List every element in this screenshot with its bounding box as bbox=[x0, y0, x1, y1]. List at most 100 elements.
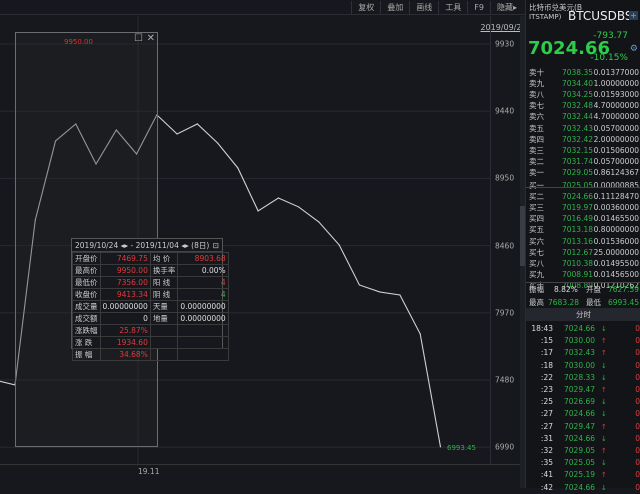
toolbar-button[interactable]: 复权 bbox=[351, 1, 380, 14]
toolbar-button[interactable]: 隐藏▸ bbox=[489, 1, 523, 14]
data-point bbox=[358, 284, 361, 286]
alert-icon[interactable]: ⚙ bbox=[630, 44, 638, 54]
tooltip-header: 2019/10/24 ◂▸ - 2019/11/04 ◂▸ (8日) bbox=[75, 241, 210, 250]
ask-row[interactable]: 卖二 7031.74 0.05700000 bbox=[526, 156, 640, 168]
trade-time: :15 bbox=[540, 336, 553, 346]
tooltip-value: 0.00000000 bbox=[99, 300, 151, 313]
trade-price: 7030.00 bbox=[564, 336, 596, 346]
trade-volume: 0 bbox=[635, 360, 640, 370]
level-volume: 4.70000000 bbox=[593, 112, 639, 122]
trade-price: 7025.19 bbox=[564, 470, 596, 480]
bid-row[interactable]: 买五 7013.18 0.80000000 bbox=[526, 224, 640, 236]
bid-row[interactable]: 买九 7008.91 0.01456500 bbox=[526, 269, 640, 281]
symbol: BTCUSDBS bbox=[568, 9, 633, 23]
tooltip-label: 收盘价 bbox=[72, 288, 101, 301]
level-price: 7024.66 bbox=[561, 192, 593, 202]
toolbar-button[interactable]: F9 bbox=[467, 1, 490, 14]
ask-row[interactable]: 卖七 7032.48 4.70000000 bbox=[526, 100, 640, 112]
level-label: 卖七 bbox=[529, 101, 544, 111]
bid-row[interactable]: 买八 7010.38 0.01495500 bbox=[526, 258, 640, 270]
tooltip-label: 均 价 bbox=[149, 252, 179, 265]
ask-row[interactable]: 卖三 7032.15 0.01506000 bbox=[526, 145, 640, 157]
level-label: 买四 bbox=[529, 214, 544, 224]
trade-row: :31 7024.66 ↓ 0 bbox=[526, 433, 640, 446]
ask-row[interactable]: 卖九 7034.40 1.00000000 bbox=[526, 78, 640, 90]
level-label: 买六 bbox=[529, 236, 544, 246]
ask-row[interactable]: 卖五 7032.43 0.05700000 bbox=[526, 123, 640, 135]
tooltip-value: 0.00000000 bbox=[177, 300, 229, 313]
data-point bbox=[257, 210, 259, 212]
tooltip-label bbox=[149, 336, 179, 349]
bid-row[interactable]: 买七 7012.67 25.0000000 bbox=[526, 247, 640, 259]
bid-row[interactable]: 买二 7024.66 0.11128470 bbox=[526, 191, 640, 203]
tooltip-value bbox=[177, 348, 229, 361]
level-volume: 4.70000000 bbox=[593, 101, 639, 111]
ticks-header[interactable]: 分时 bbox=[526, 308, 640, 321]
level-price: 7008.91 bbox=[561, 269, 593, 279]
tooltip-value: 25.87% bbox=[99, 324, 151, 337]
ask-row[interactable]: 卖十 7038.35 0.01377000 bbox=[526, 67, 640, 79]
level-volume: 0.01495500 bbox=[593, 258, 639, 268]
trade-volume: 0 bbox=[635, 446, 640, 455]
bid-row[interactable]: 买四 7016.49 0.01465500 bbox=[526, 213, 640, 225]
trade-volume: 0 bbox=[635, 470, 640, 480]
level-volume: 0.01506000 bbox=[593, 145, 639, 155]
level-volume: 2.00000000 bbox=[593, 134, 639, 144]
bid-row[interactable]: 买三 7019.97 0.00360000 bbox=[526, 202, 640, 214]
trade-time: :25 bbox=[540, 397, 553, 407]
toolbar: 复权 叠加 画线 工具 F9 隐藏▸ bbox=[0, 0, 525, 15]
level-price: 7032.43 bbox=[561, 123, 593, 133]
bid-row[interactable]: 买一 7025.05 0.00000885 bbox=[526, 180, 640, 192]
ask-row[interactable]: 卖一 7029.05 0.86124367 bbox=[526, 167, 640, 179]
trade-volume: 0 bbox=[635, 336, 640, 346]
arrow-down-icon: ↓ bbox=[601, 410, 607, 419]
ask-row[interactable]: 卖八 7034.25 0.01593000 bbox=[526, 89, 640, 101]
tooltip-row: 成交额 0 地量 0.00000000 bbox=[72, 312, 229, 325]
y-tick: 8460 bbox=[495, 241, 515, 251]
trade-volume: 0 bbox=[635, 458, 640, 468]
y-tick: 8950 bbox=[495, 173, 515, 183]
trade-row: :41 7025.19 ↑ 0 bbox=[526, 469, 640, 482]
arrow-down-icon: ↓ bbox=[601, 325, 607, 333]
tooltip-label: 成交量 bbox=[72, 300, 101, 313]
data-point bbox=[318, 221, 320, 223]
instrument-exchange: ITSTAMP) bbox=[529, 13, 562, 21]
settings-icon[interactable]: ⊡ bbox=[213, 239, 219, 252]
level-volume: 0.00360000 bbox=[593, 203, 639, 213]
tooltip-label: 涨 跌 bbox=[72, 336, 101, 349]
trade-price: 7024.66 bbox=[564, 324, 596, 333]
arrow-down-icon: ↓ bbox=[601, 459, 607, 468]
trade-time: :27 bbox=[540, 409, 553, 419]
level-price: 7013.16 bbox=[561, 236, 593, 246]
toolbar-button[interactable]: 画线 bbox=[409, 1, 438, 14]
arrow-down-icon: ↓ bbox=[601, 373, 607, 382]
trade-volume: 0 bbox=[635, 385, 640, 394]
arrow-up-icon: ↑ bbox=[601, 447, 607, 455]
ask-row[interactable]: 卖六 7032.44 4.70000000 bbox=[526, 111, 640, 123]
arrow-down-icon: ↓ bbox=[601, 434, 607, 443]
data-point bbox=[439, 446, 442, 448]
level-price: 7034.25 bbox=[561, 90, 593, 100]
tooltip-row: 涨 跌 1934.60 bbox=[72, 336, 229, 349]
trade-volume: 0 bbox=[635, 348, 640, 358]
trade-row: :32 7029.05 ↑ 0 bbox=[526, 445, 640, 458]
level-price: 7032.15 bbox=[561, 145, 593, 155]
level-label: 买九 bbox=[529, 269, 544, 279]
arrow-up-icon: ↑ bbox=[601, 422, 607, 431]
toolbar-button[interactable]: 工具 bbox=[438, 1, 467, 14]
maximize-icon[interactable]: ☐ bbox=[134, 33, 143, 44]
trade-price: 7029.05 bbox=[564, 446, 596, 455]
tooltip-row: 成交量 0.00000000 天量 0.00000000 bbox=[72, 300, 229, 313]
toolbar-button[interactable]: 叠加 bbox=[380, 1, 409, 14]
tooltip-label: 振 幅 bbox=[72, 348, 101, 361]
ask-row[interactable]: 卖四 7032.42 2.00000000 bbox=[526, 134, 640, 146]
bid-row[interactable]: 买六 7013.16 0.01536000 bbox=[526, 236, 640, 248]
arrow-up-icon: ↑ bbox=[601, 337, 607, 346]
price-change-percent: -10.15% bbox=[590, 53, 628, 63]
level-volume: 0.05700000 bbox=[593, 156, 639, 166]
trade-volume: 0 bbox=[635, 433, 640, 443]
tooltip-row: 涨跌幅 25.87% bbox=[72, 324, 229, 337]
add-icon[interactable]: + bbox=[629, 11, 638, 20]
trade-time: :41 bbox=[540, 470, 553, 480]
close-icon[interactable]: ✕ bbox=[147, 33, 155, 44]
